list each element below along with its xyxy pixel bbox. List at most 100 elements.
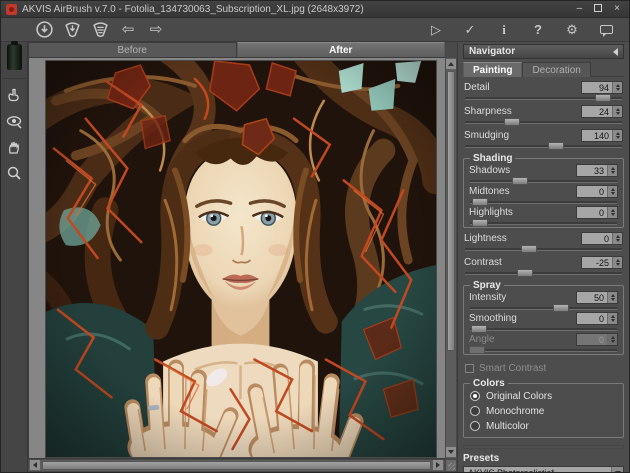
slider-thumb[interactable] <box>548 142 564 150</box>
smoothing-spinbox[interactable]: 0 <box>576 312 618 325</box>
spinner-arrows[interactable] <box>612 106 622 117</box>
spinner-arrows[interactable] <box>607 292 617 303</box>
about-icon[interactable]: i <box>493 20 515 40</box>
slider-thumb[interactable] <box>595 94 611 102</box>
open-image-icon[interactable] <box>33 20 55 40</box>
airbrush-logo <box>7 44 22 70</box>
scroll-right-button[interactable] <box>433 460 443 470</box>
slider-thumb[interactable] <box>517 269 533 277</box>
image-canvas[interactable] <box>28 57 445 459</box>
slider-thumb[interactable] <box>472 219 488 227</box>
smoothing-slider[interactable] <box>470 328 617 331</box>
tab-before[interactable]: Before <box>28 42 237 57</box>
collapse-icon[interactable] <box>613 48 618 56</box>
hand-icon[interactable] <box>2 135 26 159</box>
shading-group-title: Shading <box>470 153 515 164</box>
shadows-value[interactable]: 33 <box>577 165 607 176</box>
param-shadows: Shadows 33 <box>469 164 618 183</box>
highlights-spinbox[interactable]: 0 <box>576 206 618 219</box>
intensity-spinbox[interactable]: 50 <box>576 291 618 304</box>
tab-after[interactable]: After <box>237 42 446 57</box>
spinner-arrows[interactable] <box>612 130 622 141</box>
sharpness-slider[interactable] <box>465 121 622 124</box>
highlights-slider[interactable] <box>470 222 617 225</box>
highlights-value[interactable]: 0 <box>577 207 607 218</box>
help-icon[interactable]: ? <box>527 20 549 40</box>
smudging-value[interactable]: 140 <box>582 130 612 141</box>
slider-thumb[interactable] <box>472 198 488 206</box>
original-colors-option[interactable]: Original Colors <box>470 389 617 403</box>
close-button[interactable]: × <box>614 4 620 14</box>
slider-thumb[interactable] <box>512 177 528 185</box>
detail-spinbox[interactable]: 94 <box>581 81 623 94</box>
smudging-spinbox[interactable]: 140 <box>581 129 623 142</box>
feedback-icon[interactable] <box>595 20 617 40</box>
detail-slider[interactable] <box>465 97 622 100</box>
radio-monochrome[interactable] <box>470 406 480 416</box>
preview-brush-icon[interactable] <box>2 109 26 133</box>
zoom-icon[interactable] <box>2 161 26 185</box>
horizontal-scroll-thumb[interactable] <box>42 461 431 470</box>
resize-grip[interactable] <box>445 459 457 472</box>
undo-icon[interactable]: ⇦ <box>117 20 139 40</box>
radio-original-colors[interactable] <box>470 391 480 401</box>
sharpness-spinbox[interactable]: 24 <box>581 105 623 118</box>
vertical-scroll-thumb[interactable] <box>447 71 455 351</box>
print-icon[interactable] <box>89 20 111 40</box>
contrast-value[interactable]: -25 <box>582 257 612 268</box>
scroll-down-button[interactable] <box>446 447 456 457</box>
dropdown-arrow-icon[interactable] <box>611 467 623 472</box>
radio-multicolor[interactable] <box>470 421 480 431</box>
after-image[interactable] <box>45 60 437 458</box>
slider-thumb[interactable] <box>471 325 487 333</box>
detail-value[interactable]: 94 <box>582 82 612 93</box>
scroll-up-button[interactable] <box>446 59 456 69</box>
spinner-arrows[interactable] <box>607 313 617 324</box>
spinner-arrows[interactable] <box>607 207 617 218</box>
shadows-spinbox[interactable]: 33 <box>576 164 618 177</box>
navigator-title: Navigator <box>469 46 613 57</box>
intensity-slider[interactable] <box>470 307 617 310</box>
spinner-arrows[interactable] <box>607 186 617 197</box>
lightness-value[interactable]: 0 <box>582 233 612 244</box>
slider-thumb[interactable] <box>521 245 537 253</box>
scroll-left-button[interactable] <box>30 460 40 470</box>
midtones-value[interactable]: 0 <box>577 186 607 197</box>
minimize-button[interactable]: – <box>577 4 583 14</box>
vertical-scrollbar[interactable] <box>445 57 457 459</box>
param-label: Smoothing <box>469 313 576 324</box>
spinner-arrows[interactable] <box>612 257 622 268</box>
apply-icon[interactable]: ✓ <box>459 20 481 40</box>
slider-thumb[interactable] <box>553 304 569 312</box>
multicolor-option[interactable]: Multicolor <box>470 419 617 433</box>
midtones-spinbox[interactable]: 0 <box>576 185 618 198</box>
spinner-arrows[interactable] <box>607 165 617 176</box>
horizontal-scrollbar[interactable] <box>28 459 445 472</box>
intensity-value[interactable]: 50 <box>577 292 607 303</box>
contrast-slider[interactable] <box>465 272 622 275</box>
contrast-spinbox[interactable]: -25 <box>581 256 623 269</box>
navigator-header[interactable]: Navigator <box>463 44 624 59</box>
save-image-icon[interactable] <box>61 20 83 40</box>
maximize-button[interactable] <box>594 4 602 12</box>
midtones-slider[interactable] <box>470 201 617 204</box>
smudging-slider[interactable] <box>465 145 622 148</box>
run-icon[interactable]: ▷ <box>425 20 447 40</box>
smoothing-value[interactable]: 0 <box>577 313 607 324</box>
presets-dropdown[interactable]: AKVIS Photorealistic* <box>463 466 624 472</box>
radio-label: Monochrome <box>486 406 544 417</box>
tab-decoration[interactable]: Decoration <box>522 62 590 77</box>
quick-preview-icon[interactable] <box>2 83 26 107</box>
preferences-icon[interactable]: ⚙ <box>561 20 583 40</box>
lightness-spinbox[interactable]: 0 <box>581 232 623 245</box>
spinner-arrows[interactable] <box>612 82 622 93</box>
slider-thumb[interactable] <box>504 118 520 126</box>
tab-painting[interactable]: Painting <box>463 62 522 77</box>
shadows-slider[interactable] <box>470 180 617 183</box>
monochrome-option[interactable]: Monochrome <box>470 404 617 418</box>
spinner-arrows[interactable] <box>612 233 622 244</box>
panel-spacer <box>463 445 624 449</box>
lightness-slider[interactable] <box>465 248 622 251</box>
sharpness-value[interactable]: 24 <box>582 106 612 117</box>
redo-icon[interactable]: ⇨ <box>145 20 167 40</box>
